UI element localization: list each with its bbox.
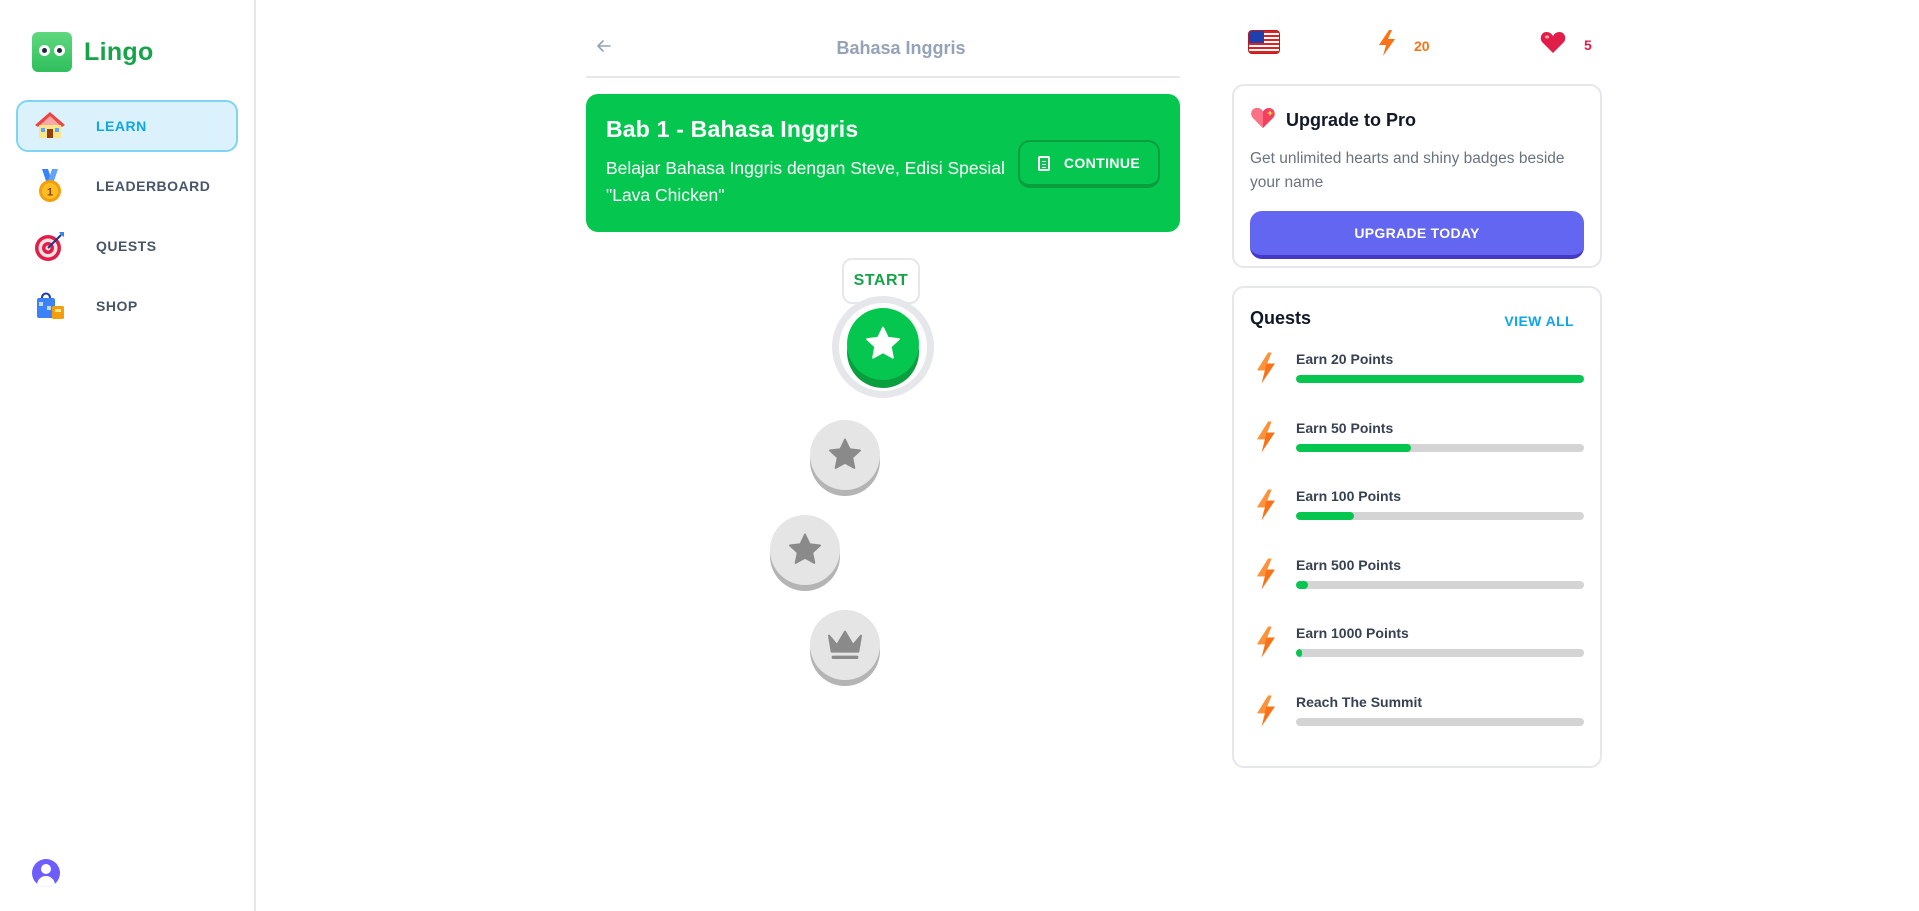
continue-label: CONTINUE: [1063, 155, 1141, 171]
heart-icon: [1540, 30, 1566, 59]
lightning-icon: [1250, 485, 1282, 525]
lightning-icon: [1250, 554, 1282, 594]
quest-list: Earn 20 Points Earn 50 Points Earn 100 Poi…: [1250, 351, 1584, 762]
continue-button[interactable]: CONTINUE: [1018, 140, 1160, 188]
lesson-button-current[interactable]: [847, 308, 919, 380]
quest-item: Earn 500 Points: [1250, 557, 1584, 626]
quest-label: Earn 1000 Points: [1296, 625, 1409, 641]
quest-item: Earn 100 Points: [1250, 488, 1584, 557]
target-icon: [34, 230, 66, 262]
lesson-button-locked[interactable]: [810, 610, 880, 680]
shopping-bag-icon: [34, 290, 66, 322]
quest-label: Earn 20 Points: [1296, 351, 1394, 367]
quest-progress-bar: [1296, 649, 1584, 657]
quest-progress-bar: [1296, 443, 1584, 452]
lesson-button-locked[interactable]: [810, 420, 880, 490]
quest-item: Reach The Summit: [1250, 694, 1584, 763]
quest-label: Earn 50 Points: [1296, 419, 1394, 436]
quest-progress-fill: [1296, 580, 1308, 589]
lightning-icon: [1250, 691, 1282, 731]
house-icon: [34, 110, 66, 142]
mascot-icon: [32, 32, 72, 72]
page-title: Bahasa Inggris: [836, 37, 966, 58]
upgrade-button[interactable]: UPGRADE TODAY: [1250, 211, 1584, 259]
quest-label: Reach The Summit: [1296, 693, 1423, 710]
hearts-count: 5: [1584, 36, 1592, 53]
sidebar-item-learn[interactable]: LEARN: [16, 100, 238, 152]
unit-banner: Bab 1 - Bahasa Inggris Belajar Bahasa In…: [586, 94, 1180, 232]
view-all-link[interactable]: VIEW ALL: [1504, 313, 1574, 329]
hearts-stat[interactable]: 5: [1540, 30, 1592, 59]
quest-item: Earn 20 Points: [1250, 351, 1584, 420]
upgrade-card: Upgrade to Pro Get unlimited hearts and …: [1232, 84, 1602, 268]
language-selector[interactable]: [1248, 30, 1280, 54]
app-name: Lingo: [84, 37, 154, 66]
notebook-icon: [1037, 155, 1050, 171]
sidebar-nav: LEARN 1 LEADERBOARD QUESTS SHOP: [16, 100, 238, 340]
quest-item: Earn 1000 Points: [1250, 625, 1584, 694]
sidebar-item-shop[interactable]: SHOP: [16, 280, 238, 332]
quests-title: Quests: [1250, 308, 1312, 328]
back-arrow-icon[interactable]: [594, 36, 614, 56]
unit-title: Bab 1 - Bahasa Inggris: [606, 116, 859, 142]
logo[interactable]: Lingo: [32, 32, 154, 72]
sidebar: Lingo LEARN 1 LEADERBOARD QUESTS SHOP: [0, 0, 256, 911]
sparkle-heart-icon: [1250, 106, 1276, 135]
unit-description: Belajar Bahasa Inggris dengan Steve, Edi…: [606, 158, 1005, 205]
quest-progress-bar: [1296, 375, 1584, 383]
medal-icon: 1: [34, 169, 66, 202]
lesson-button-locked[interactable]: [770, 515, 840, 585]
svg-text:1: 1: [47, 187, 53, 199]
unit-header: Bahasa Inggris: [586, 20, 1180, 78]
sidebar-item-label: LEADERBOARD: [96, 178, 211, 194]
sidebar-item-label: SHOP: [96, 298, 138, 314]
quest-progress-bar: [1296, 580, 1584, 589]
quest-label: Earn 100 Points: [1296, 488, 1402, 504]
lightning-icon: [1250, 417, 1282, 457]
upgrade-description: Get unlimited hearts and shiny badges be…: [1250, 150, 1565, 191]
sidebar-item-label: QUESTS: [96, 238, 157, 254]
star-icon: [847, 308, 919, 380]
quest-progress-fill: [1296, 375, 1584, 383]
quest-progress-fill: [1296, 443, 1412, 452]
quest-progress-fill: [1296, 649, 1302, 657]
crown-icon: [810, 610, 880, 680]
quest-item: Earn 50 Points: [1250, 420, 1584, 489]
lightning-icon: [1378, 30, 1396, 61]
user-stats: 20 5: [1240, 30, 1592, 62]
sidebar-item-quests[interactable]: QUESTS: [16, 220, 238, 272]
quest-progress-bar: [1296, 512, 1584, 520]
user-avatar[interactable]: [32, 859, 60, 887]
points-stat[interactable]: 20: [1378, 30, 1430, 61]
lightning-icon: [1250, 348, 1282, 388]
sidebar-item-label: LEARN: [96, 118, 147, 134]
lightning-icon: [1250, 622, 1282, 662]
star-icon: [810, 420, 880, 490]
quest-label: Earn 500 Points: [1296, 556, 1402, 573]
quest-progress-bar: [1296, 717, 1584, 726]
upgrade-title: Upgrade to Pro: [1286, 110, 1417, 130]
quest-progress-fill: [1296, 512, 1354, 520]
quests-card: Quests VIEW ALL Earn 20 Points Earn 50 Po…: [1232, 286, 1602, 768]
star-icon: [770, 515, 840, 585]
points-count: 20: [1414, 37, 1430, 54]
sidebar-item-leaderboard[interactable]: 1 LEADERBOARD: [16, 160, 238, 212]
us-flag-icon: [1248, 30, 1280, 54]
